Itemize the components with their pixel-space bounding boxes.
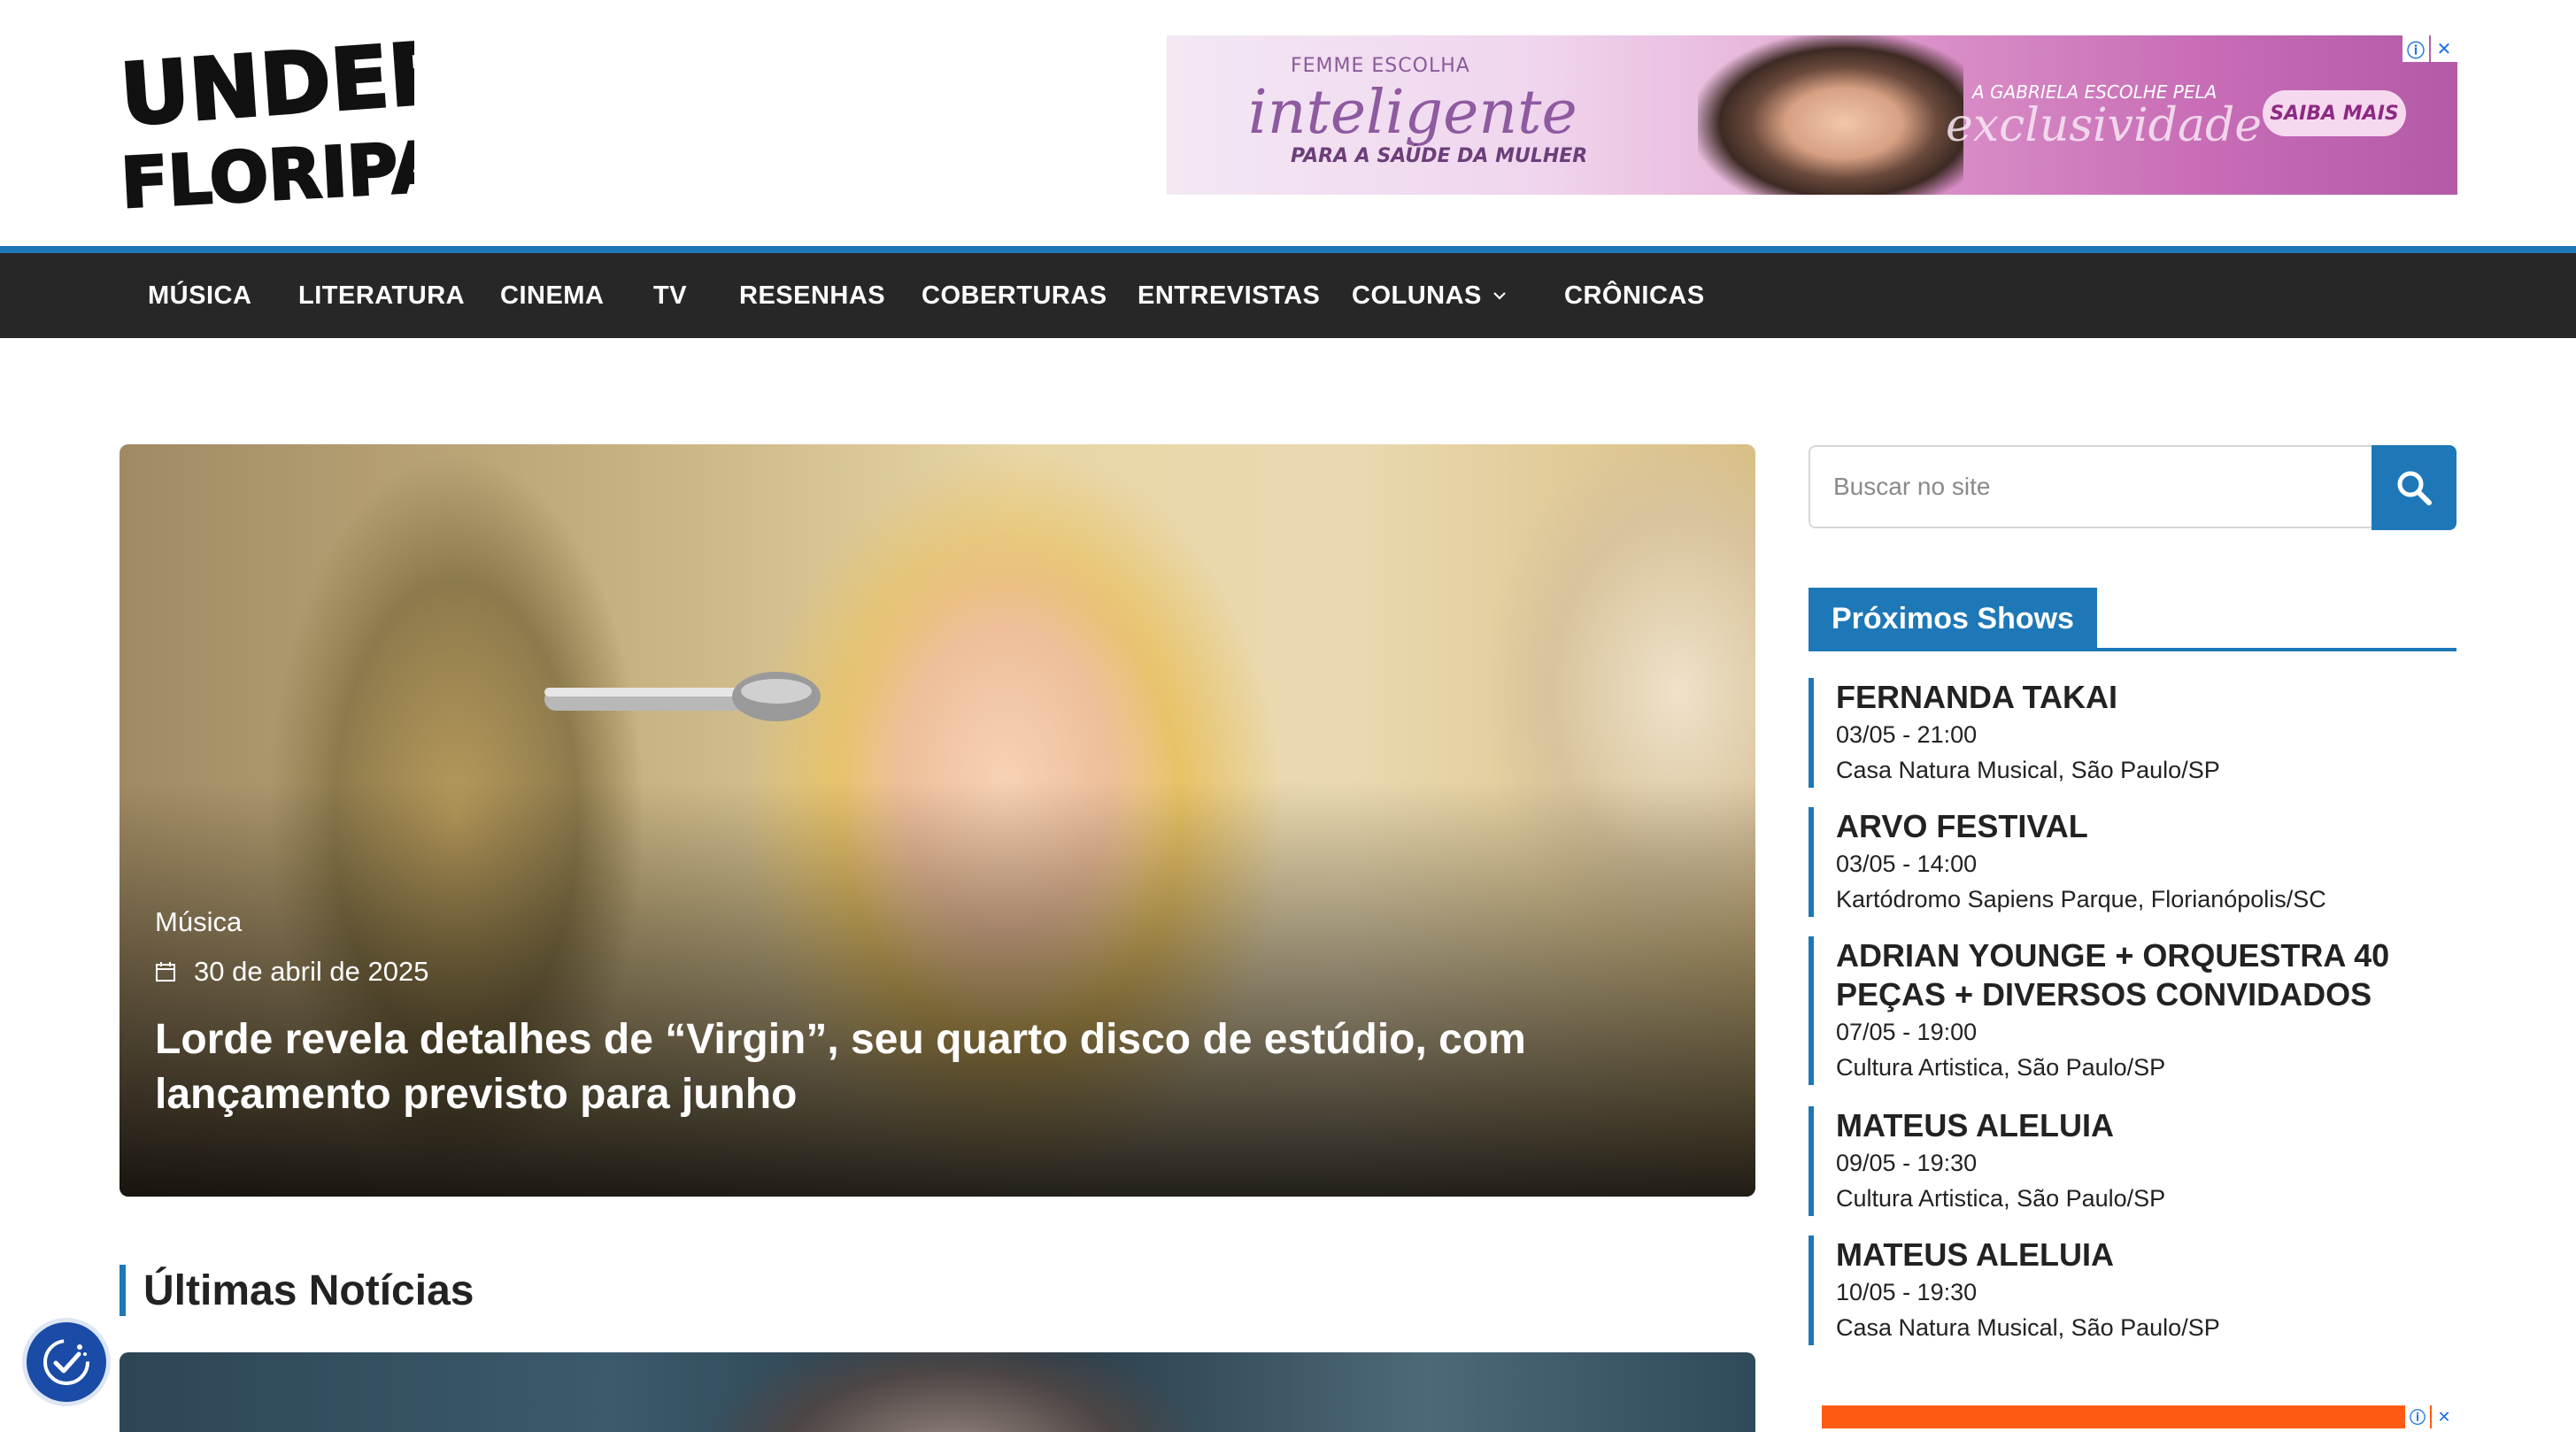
show-item[interactable]: MATEUS ALELUIA 10/05 - 19:30 Casa Natura… [1809, 1236, 2456, 1345]
hero-gradient-overlay [120, 781, 1755, 1197]
show-datetime: 03/05 - 21:00 [1836, 721, 1978, 748]
calendar-icon [156, 962, 175, 982]
ad-close-icon[interactable]: ✕ [2432, 1405, 2456, 1428]
site-logo[interactable]: UNDER FLORIPA [117, 34, 414, 211]
nav-item-cinema[interactable]: CINEMA [500, 253, 604, 338]
hero-image-microphone [544, 672, 821, 721]
show-name[interactable]: FERNANDA TAKAI [1836, 678, 2456, 717]
show-item[interactable]: ARVO FESTIVAL 03/05 - 14:00 Kartódromo S… [1809, 807, 2456, 917]
main-navigation: MÚSICA LITERATURA CINEMA TV RESENHAS COB… [0, 253, 2576, 338]
nav-item-literatura[interactable]: LITERATURA [298, 253, 465, 338]
show-datetime: 07/05 - 19:00 [1836, 1019, 1978, 1045]
ad-cta-button[interactable]: SAIBA MAIS [2263, 90, 2406, 136]
show-venue: Cultura Artistica, São Paulo/SP [1836, 1054, 2166, 1081]
ad-headline: inteligente [1248, 78, 1577, 148]
ad-headline2: exclusividade [1946, 99, 2263, 152]
latest-news-first-image[interactable] [120, 1352, 1755, 1432]
accessibility-button[interactable] [27, 1322, 106, 1402]
show-venue: Casa Natura Musical, São Paulo/SP [1836, 1314, 2220, 1341]
show-name[interactable]: ADRIAN YOUNGE + ORQUESTRA 40 PEÇAS + DIV… [1836, 936, 2456, 1014]
ad-model-photo [1698, 35, 1963, 195]
show-datetime: 03/05 - 14:00 [1836, 851, 1978, 877]
chevron-down-icon [1493, 292, 1506, 300]
nav-item-musica[interactable]: MÚSICA [148, 253, 251, 338]
heading-accent-bar [120, 1265, 126, 1316]
nav-item-coberturas[interactable]: COBERTURAS [922, 253, 1107, 338]
hero-category[interactable]: Música [155, 906, 242, 938]
nav-item-resenhas[interactable]: RESENHAS [739, 253, 885, 338]
ad-line2: PARA A SAÚDE DA MULHER [1291, 145, 1588, 167]
show-venue: Kartódromo Sapiens Parque, Florianópolis… [1836, 886, 2326, 912]
nav-item-colunas[interactable]: COLUNAS [1352, 253, 1507, 338]
ad-choices: ⓘ ✕ [2405, 1405, 2456, 1428]
nav-item-tv[interactable]: TV [653, 253, 687, 338]
sidebar-ad[interactable]: ⓘ ✕ [1822, 1405, 2456, 1428]
show-datetime: 09/05 - 19:30 [1836, 1150, 1978, 1176]
show-name[interactable]: MATEUS ALELUIA [1836, 1236, 2456, 1274]
search-input[interactable] [1809, 445, 2372, 528]
logo-line1: UNDER [117, 34, 414, 145]
hero-date-text: 30 de abril de 2025 [194, 956, 429, 987]
search-button[interactable] [2372, 445, 2456, 530]
upcoming-shows-heading: Próximos Shows [1809, 588, 2097, 650]
nav-item-cronicas[interactable]: CRÔNICAS [1564, 253, 1705, 338]
show-name[interactable]: ARVO FESTIVAL [1836, 807, 2456, 846]
show-name[interactable]: MATEUS ALELUIA [1836, 1106, 2456, 1145]
ad-close-icon[interactable]: ✕ [2431, 35, 2457, 62]
search-icon [2397, 471, 2432, 505]
ad-choices: ⓘ ✕ [2402, 35, 2457, 62]
show-venue: Cultura Artistica, São Paulo/SP [1836, 1185, 2166, 1212]
nav-item-colunas-label: COLUNAS [1352, 281, 1482, 310]
hero-date: 30 de abril de 2025 [155, 956, 428, 988]
show-item[interactable]: ADRIAN YOUNGE + ORQUESTRA 40 PEÇAS + DIV… [1809, 936, 2456, 1085]
show-venue: Casa Natura Musical, São Paulo/SP [1836, 757, 2220, 783]
featured-article[interactable]: Música 30 de abril de 2025 Lorde revela … [120, 444, 1755, 1197]
ad-info-icon[interactable]: ⓘ [2405, 1405, 2430, 1428]
latest-news-heading: Últimas Notícias [120, 1264, 474, 1317]
show-datetime: 10/05 - 19:30 [1836, 1279, 1978, 1305]
hero-title[interactable]: Lorde revela detalhes de “Virgin”, seu q… [155, 1012, 1660, 1122]
ad-info-icon[interactable]: ⓘ [2402, 35, 2429, 62]
upcoming-shows-underline [1809, 648, 2456, 651]
nav-item-entrevistas[interactable]: ENTREVISTAS [1138, 253, 1320, 338]
accessibility-icon [43, 1339, 89, 1385]
show-item[interactable]: FERNANDA TAKAI 03/05 - 21:00 Casa Natura… [1809, 678, 2456, 788]
site-header: UNDER FLORIPA FEMME ESCOLHA inteligente … [0, 0, 2576, 246]
top-banner-ad[interactable]: FEMME ESCOLHA inteligente PARA A SAÚDE D… [1167, 35, 2457, 195]
nav-accent-bar [0, 246, 2576, 253]
show-item[interactable]: MATEUS ALELUIA 09/05 - 19:30 Cultura Art… [1809, 1106, 2456, 1216]
latest-news-title: Últimas Notícias [143, 1266, 474, 1314]
ad-line1: FEMME ESCOLHA [1291, 55, 1470, 77]
